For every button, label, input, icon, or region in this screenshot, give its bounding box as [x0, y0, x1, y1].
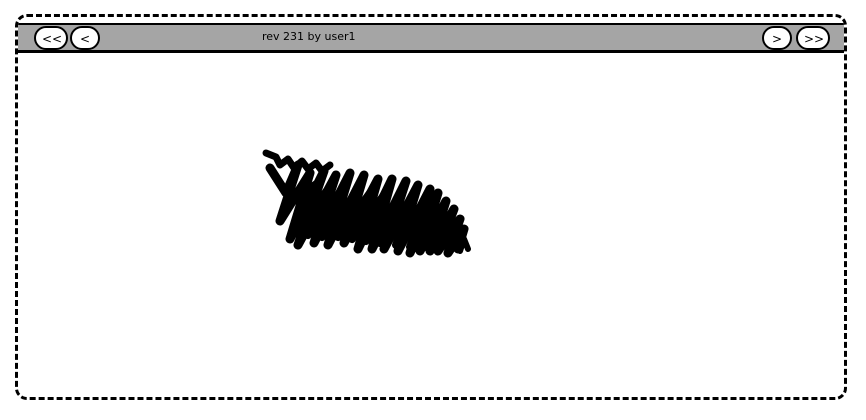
revision-toolbar: << < rev 231 by user1 > >>	[18, 23, 844, 53]
previous-revision-button[interactable]: <	[70, 26, 100, 50]
next-revision-button[interactable]: >	[762, 26, 792, 50]
first-revision-button[interactable]: <<	[34, 26, 68, 50]
revision-viewer-frame: << < rev 231 by user1 > >>	[15, 14, 847, 400]
last-revision-button[interactable]: >>	[796, 26, 830, 50]
revision-label: rev 231 by user1	[262, 30, 356, 43]
drawing-canvas[interactable]	[18, 53, 844, 397]
scribble-drawing	[262, 149, 471, 258]
